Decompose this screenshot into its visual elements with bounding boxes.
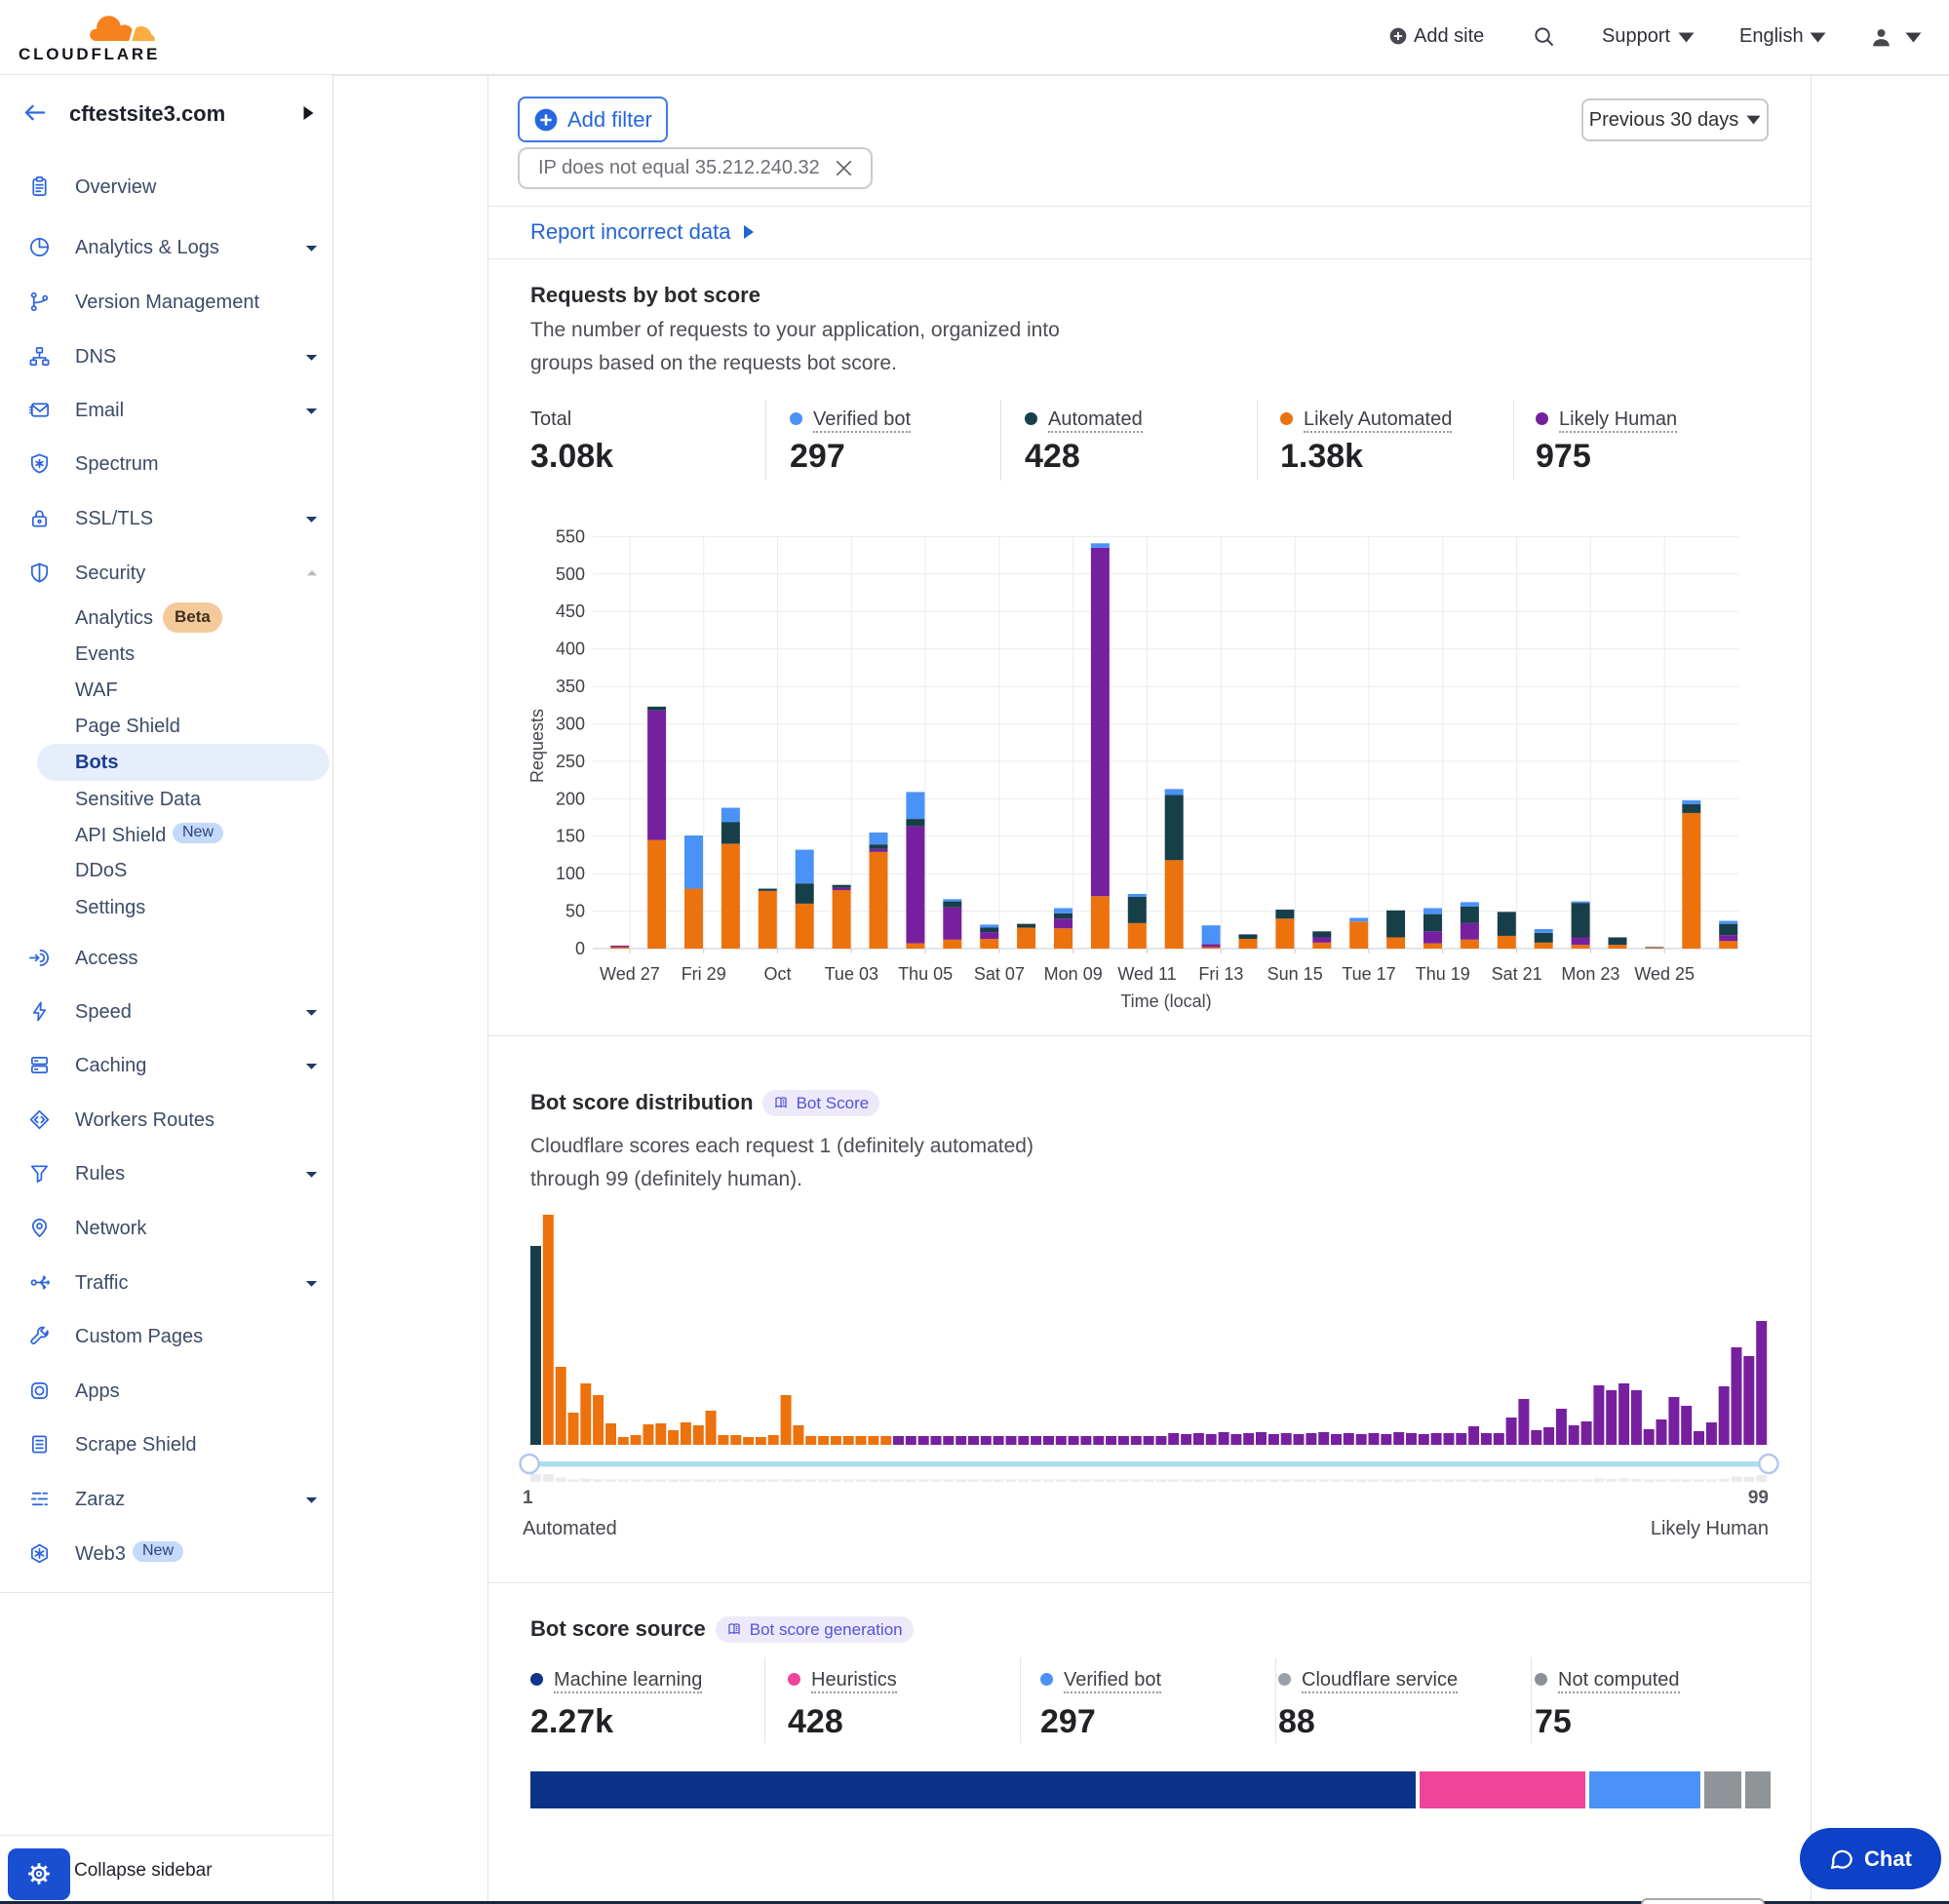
svg-text:1: 1 xyxy=(523,1488,533,1508)
svg-text:Time (local): Time (local) xyxy=(1120,991,1211,1011)
svg-text:Tue 03: Tue 03 xyxy=(825,964,878,984)
svg-text:Wed 11: Wed 11 xyxy=(1117,964,1176,984)
svg-text:Sat 07: Sat 07 xyxy=(974,964,1025,984)
svg-text:0: 0 xyxy=(575,939,585,958)
svg-text:50: 50 xyxy=(565,902,585,921)
svg-text:Sat 21: Sat 21 xyxy=(1492,964,1542,984)
svg-text:Sun 15: Sun 15 xyxy=(1267,964,1323,984)
svg-text:300: 300 xyxy=(556,715,585,734)
svg-text:200: 200 xyxy=(556,789,585,808)
svg-text:Wed 25: Wed 25 xyxy=(1634,964,1695,984)
svg-text:Mon 23: Mon 23 xyxy=(1561,964,1619,984)
svg-text:Fri 29: Fri 29 xyxy=(682,964,726,984)
svg-text:Requests: Requests xyxy=(527,709,547,783)
svg-text:Mon 09: Mon 09 xyxy=(1044,964,1103,984)
svg-text:350: 350 xyxy=(556,677,585,696)
svg-text:250: 250 xyxy=(556,752,585,771)
svg-text:Automated: Automated xyxy=(523,1518,617,1539)
svg-text:500: 500 xyxy=(556,564,585,584)
svg-text:400: 400 xyxy=(556,640,585,659)
svg-text:Thu 19: Thu 19 xyxy=(1416,964,1470,984)
svg-text:Wed 27: Wed 27 xyxy=(600,964,660,984)
svg-text:550: 550 xyxy=(556,526,585,546)
svg-text:Oct: Oct xyxy=(763,964,791,984)
svg-text:100: 100 xyxy=(556,864,585,883)
svg-text:150: 150 xyxy=(556,827,585,846)
svg-text:450: 450 xyxy=(556,602,585,621)
svg-text:Fri 13: Fri 13 xyxy=(1198,964,1243,984)
svg-text:Tue 17: Tue 17 xyxy=(1342,964,1395,984)
svg-text:Likely Human: Likely Human xyxy=(1651,1518,1769,1539)
svg-text:Thu 05: Thu 05 xyxy=(898,964,953,984)
svg-text:99: 99 xyxy=(1748,1488,1769,1508)
